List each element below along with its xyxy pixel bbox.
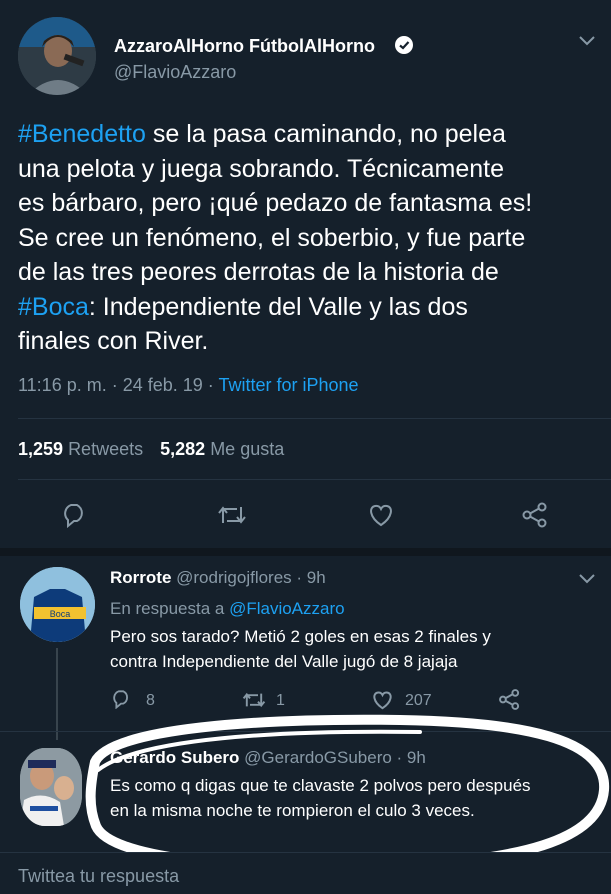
retweet-count: 1 [276,692,285,709]
reply-avatar[interactable]: Boca [20,567,95,642]
chevron-down-icon[interactable] [577,572,597,586]
like-icon[interactable] [367,503,395,527]
reply-icon[interactable] [110,689,132,709]
reply-icon[interactable] [60,502,88,528]
share-icon[interactable] [521,501,549,529]
divider [18,479,611,480]
tweet-text-line: #Benedetto se la pasa caminando, no pele… [18,117,598,152]
thread-line [56,648,58,740]
tweet-text-segment: se la pasa caminando, no pelea [145,120,506,148]
reply-display-name[interactable]: Rorrote [110,568,171,587]
verified-badge-icon [394,35,414,55]
section-divider [0,548,611,556]
likes-label[interactable]: Me gusta [210,439,284,459]
retweet-icon[interactable] [217,503,247,527]
author-handle[interactable]: @FlavioAzzaro [114,62,236,83]
reply-compose-input[interactable]: Twittea tu respuesta [18,866,179,887]
share-icon[interactable] [498,688,521,711]
tweet-text-segment: es bárbaro, pero ¡qué pedazo de fantasma… [18,189,533,217]
tweet-text-line: de las tres peores derrotas de la histor… [18,255,598,290]
retweets-count[interactable]: 1,259 [18,439,63,459]
tweet-text-segment: : Independiente del Valle y las dos [88,292,468,321]
like-count: 207 [405,692,432,709]
tweet-text: #Benedetto se la pasa caminando, no pele… [18,117,598,359]
retweets-label[interactable]: Retweets [68,439,143,459]
hashtag-link[interactable]: #Benedetto [18,120,146,148]
retweet-icon[interactable] [242,690,266,710]
divider [0,731,611,732]
reply-handle-time[interactable]: @rodrigojflores · 9h [176,568,326,587]
tweet-text-line: #Boca: Independiente del Valle y las dos [18,290,598,325]
hashtag-link[interactable]: #Boca [18,293,89,321]
tweet-text-segment: una pelota y juega sobrando. Técnicament… [18,154,504,183]
reply-count: 8 [146,692,155,709]
reply-handle-time[interactable]: @GerardoGSubero · 9h [244,748,426,767]
reply-to-label: En respuesta a [110,599,230,618]
tweet-text-segment: de las tres peores derrotas de la histor… [18,258,499,286]
tweet-timestamp: 11:16 p. m. · 24 feb. 19 · [18,375,219,395]
tweet-text-line: finales con River. [18,324,598,359]
reply-header: Rorrote @rodrigojflores · 9h [110,568,326,588]
reply-header: Gerardo Subero @GerardoGSubero · 9h [110,748,426,768]
tweet-text-line: Se cree un fenómeno, el soberbio, y fue … [18,221,598,256]
reply-to-line: En respuesta a @FlavioAzzaro [110,599,345,619]
chevron-down-icon[interactable] [577,34,597,48]
tweet-text-line: es bárbaro, pero ¡qué pedazo de fantasma… [18,186,598,221]
reply-text-line: Es como q digas que te clavaste 2 polvos… [110,776,531,795]
reply-text-line: Pero sos tarado? Metió 2 goles en esas 2… [110,627,491,646]
tweet-meta: 11:16 p. m. · 24 feb. 19 · Twitter for i… [18,375,359,396]
reply-text-line: contra Independiente del Valle jugó de 8… [110,652,458,671]
author-display-name[interactable]: AzzaroAlHorno FútbolAlHorno [114,36,375,57]
reply-avatar[interactable] [20,748,82,826]
tweet-source-link[interactable]: Twitter for iPhone [218,375,358,395]
like-icon[interactable] [371,690,394,710]
reply-text-line: en la misma noche te rompieron el culo 3… [110,801,475,820]
author-avatar[interactable] [18,17,96,95]
tweet-text-segment: Se cree un fenómeno, el soberbio, y fue … [18,223,526,252]
tweet-text-segment: finales con River. [18,327,209,355]
reply-display-name[interactable]: Gerardo Subero [110,748,239,767]
likes-count[interactable]: 5,282 [160,439,205,459]
tweet-stats: 1,259 Retweets 5,282 Me gusta [18,439,284,460]
divider [18,418,611,419]
svg-text:Boca: Boca [50,609,71,619]
tweet-text-line: una pelota y juega sobrando. Técnicament… [18,152,598,187]
reply-to-handle[interactable]: @FlavioAzzaro [229,599,345,618]
